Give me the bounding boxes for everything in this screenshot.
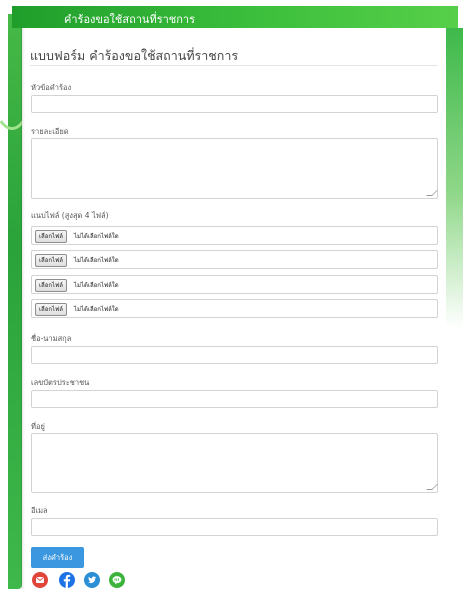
choose-file-button[interactable]: เลือกไฟล์ [35,254,67,267]
form-container: แบบฟอร์ม คำร้องขอใช้สถานที่ราชการ หัวข้อ… [22,28,446,589]
email-label: อีเมล [31,506,48,515]
file-input-1[interactable]: เลือกไฟล์ ไม่ได้เลือกไฟล์ใด [31,226,438,245]
resize-handle-icon[interactable] [426,484,438,490]
subject-input[interactable] [31,95,438,113]
facebook-share-button[interactable] [59,572,75,588]
file-status: ไม่ได้เลือกไฟล์ใด [74,233,119,240]
left-shadow [21,28,25,589]
file-status: ไม่ได้เลือกไฟล์ใด [74,257,119,264]
twitter-icon [84,572,100,588]
right-decoration [446,28,463,328]
title-divider [30,65,438,66]
id-card-label: เลขบัตรประชาชน [31,378,90,387]
line-icon [109,572,125,588]
address-textarea[interactable] [31,433,438,493]
file-input-2[interactable]: เลือกไฟล์ ไม่ได้เลือกไฟล์ใด [31,250,438,269]
choose-file-button[interactable]: เลือกไฟล์ [35,279,67,292]
page-title: แบบฟอร์ม คำร้องขอใช้สถานที่ราชการ [30,48,239,63]
file-status: ไม่ได้เลือกไฟล์ใด [74,282,119,289]
email-icon [32,572,48,588]
line-share-button[interactable] [109,572,125,588]
subject-label: หัวข้อคำร้อง [31,83,72,92]
twitter-share-button[interactable] [84,572,100,588]
fullname-label: ชื่อ-นามสกุล [31,334,72,343]
fullname-input[interactable] [31,346,438,364]
file-input-4[interactable]: เลือกไฟล์ ไม่ได้เลือกไฟล์ใด [31,299,438,318]
id-card-input[interactable] [31,390,438,408]
facebook-icon [59,572,75,588]
email-share-button[interactable] [32,572,48,588]
submit-button[interactable]: ส่งคำร้อง [31,547,84,568]
choose-file-button[interactable]: เลือกไฟล์ [35,230,67,243]
address-label: ที่อยู่ [31,422,45,431]
file-input-3[interactable]: เลือกไฟล์ ไม่ได้เลือกไฟล์ใด [31,275,438,294]
details-label: รายละเอียด [31,127,69,136]
choose-file-button[interactable]: เลือกไฟล์ [35,303,67,316]
attachments-label: แนบไฟล์ (สูงสุด 4 ไฟล์) [31,211,109,220]
left-decoration [0,14,32,589]
file-status: ไม่ได้เลือกไฟล์ใด [74,306,119,313]
details-textarea[interactable] [31,138,438,199]
resize-handle-icon[interactable] [426,190,438,196]
header-banner: คำร้องขอใช้สถานที่ราชการ [12,6,458,28]
email-input[interactable] [31,518,438,536]
banner-title: คำร้องขอใช้สถานที่ราชการ [64,13,196,26]
